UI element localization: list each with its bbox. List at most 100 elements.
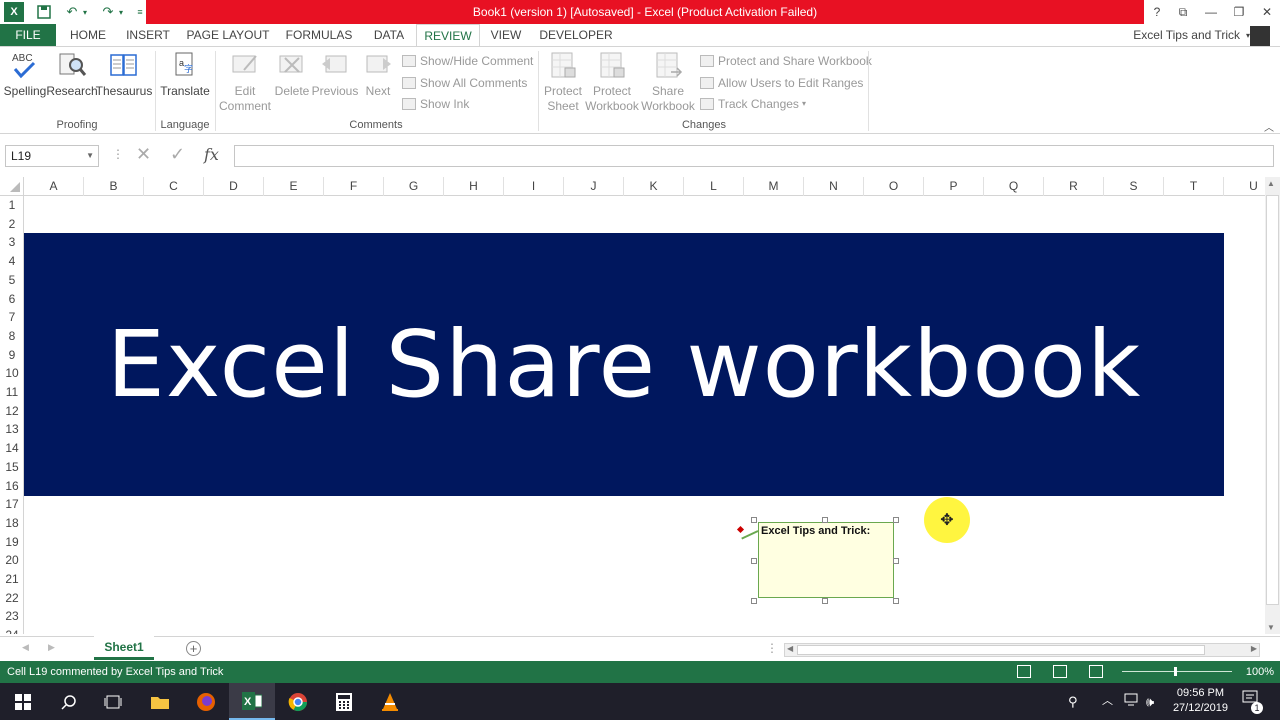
vertical-scroll-thumb[interactable] xyxy=(1266,195,1279,605)
row-header[interactable]: 11 xyxy=(0,383,23,402)
row-header[interactable]: 12 xyxy=(0,402,23,421)
allow-users-edit-ranges-button[interactable]: Allow Users to Edit Ranges xyxy=(700,73,863,93)
column-header[interactable]: T xyxy=(1164,177,1224,196)
resize-handle[interactable] xyxy=(751,517,757,523)
column-header[interactable]: I xyxy=(504,177,564,196)
row-header[interactable]: 24 xyxy=(0,626,23,634)
scroll-right-icon[interactable]: ▶ xyxy=(1251,644,1257,653)
row-header[interactable]: 1 xyxy=(0,196,23,215)
zoom-level[interactable]: 100% xyxy=(1246,661,1274,683)
row-header[interactable]: 20 xyxy=(0,551,23,570)
column-header[interactable]: L xyxy=(684,177,744,196)
row-header[interactable]: 7 xyxy=(0,308,23,327)
people-icon[interactable]: ⚲ xyxy=(1068,683,1078,720)
column-header[interactable]: N xyxy=(804,177,864,196)
column-header[interactable]: F xyxy=(324,177,384,196)
delete-comment-button[interactable]: Delete xyxy=(274,49,310,99)
maximize-button[interactable]: ❐ xyxy=(1226,0,1252,24)
sheet-scroll-right-icon[interactable]: ▶ xyxy=(48,642,55,653)
horizontal-scroll-thumb[interactable] xyxy=(797,645,1205,655)
tab-home[interactable]: HOME xyxy=(62,24,114,47)
row-header[interactable]: 13 xyxy=(0,420,23,439)
track-changes-button[interactable]: Track Changes ▾ xyxy=(700,94,806,114)
cancel-icon[interactable]: ✕ xyxy=(136,144,151,165)
translate-button[interactable]: a字 Translate xyxy=(160,49,210,99)
title-banner-shape[interactable]: Excel Share workbook xyxy=(24,233,1224,496)
protect-sheet-button[interactable]: Protect Sheet xyxy=(542,49,584,114)
row-header[interactable]: 10 xyxy=(0,364,23,383)
formula-input[interactable] xyxy=(234,145,1274,167)
column-header[interactable]: B xyxy=(84,177,144,196)
enter-icon[interactable]: ✓ xyxy=(170,144,185,165)
new-sheet-button[interactable]: + xyxy=(186,641,201,656)
protect-workbook-button[interactable]: Protect Workbook xyxy=(584,49,640,114)
resize-handle[interactable] xyxy=(893,517,899,523)
show-hidden-icons-icon[interactable]: ︿ xyxy=(1102,683,1113,720)
spelling-button[interactable]: ABC Spelling xyxy=(4,49,47,99)
minimize-button[interactable]: — xyxy=(1198,0,1224,24)
edit-comment-button[interactable]: Edit Comment xyxy=(218,49,272,114)
search-icon[interactable] xyxy=(46,683,92,720)
next-comment-button[interactable]: Next xyxy=(360,49,396,99)
scroll-down-icon[interactable]: ▼ xyxy=(1267,623,1275,632)
row-header[interactable]: 22 xyxy=(0,589,23,608)
research-button[interactable]: Research xyxy=(46,49,98,99)
account-name[interactable]: Excel Tips and Trick xyxy=(1133,24,1240,47)
row-header[interactable]: 18 xyxy=(0,514,23,533)
sheet-scroll-left-icon[interactable]: ◀ xyxy=(22,642,29,653)
select-all-button[interactable] xyxy=(0,177,24,196)
calculator-icon[interactable] xyxy=(321,683,367,720)
column-header[interactable]: Q xyxy=(984,177,1044,196)
normal-view-icon[interactable] xyxy=(1017,665,1031,678)
show-ink-button[interactable]: Show Ink xyxy=(402,94,469,114)
tab-file[interactable]: FILE xyxy=(0,24,56,47)
page-layout-view-icon[interactable] xyxy=(1053,665,1067,678)
customize-qat-icon[interactable]: ≡ xyxy=(134,2,146,22)
scroll-left-icon[interactable]: ◀ xyxy=(787,644,793,653)
file-explorer-icon[interactable] xyxy=(137,683,183,720)
row-header[interactable]: 23 xyxy=(0,607,23,626)
column-header[interactable]: S xyxy=(1104,177,1164,196)
row-header[interactable]: 5 xyxy=(0,271,23,290)
row-header[interactable]: 21 xyxy=(0,570,23,589)
undo-icon[interactable]: ↶ xyxy=(62,2,82,22)
comment-box[interactable]: Excel Tips and Trick: xyxy=(758,522,894,598)
windows-start-icon[interactable] xyxy=(0,683,46,720)
vlc-icon[interactable] xyxy=(367,683,413,720)
vertical-scrollbar[interactable]: ▲ ▼ xyxy=(1265,177,1280,634)
column-header[interactable]: A xyxy=(24,177,84,196)
task-view-icon[interactable] xyxy=(90,683,136,720)
row-header[interactable]: 17 xyxy=(0,495,23,514)
tab-split-handle-icon[interactable]: ⋮ xyxy=(766,641,778,655)
firefox-icon[interactable] xyxy=(183,683,229,720)
share-workbook-button[interactable]: Share Workbook xyxy=(640,49,696,114)
close-button[interactable]: ✕ xyxy=(1254,0,1280,24)
chrome-icon[interactable] xyxy=(275,683,321,720)
tab-view[interactable]: VIEW xyxy=(484,24,528,47)
row-header[interactable]: 15 xyxy=(0,458,23,477)
resize-handle[interactable] xyxy=(822,598,828,604)
redo-dropdown-icon[interactable]: ▾ xyxy=(116,2,126,22)
resize-handle[interactable] xyxy=(751,558,757,564)
row-header[interactable]: 19 xyxy=(0,533,23,552)
column-header[interactable]: K xyxy=(624,177,684,196)
sheet-tab-sheet1[interactable]: Sheet1 xyxy=(94,636,154,660)
row-header[interactable]: 16 xyxy=(0,477,23,496)
column-header[interactable]: C xyxy=(144,177,204,196)
name-box-dropdown-icon[interactable]: ▼ xyxy=(86,146,94,166)
resize-handle[interactable] xyxy=(893,598,899,604)
name-box[interactable]: L19 ▼ xyxy=(5,145,99,167)
insert-function-icon[interactable]: fx xyxy=(204,145,219,164)
network-icon[interactable] xyxy=(1124,683,1140,720)
ribbon-display-options-button[interactable]: ⧉ xyxy=(1170,0,1196,24)
zoom-slider-thumb[interactable] xyxy=(1174,667,1177,676)
resize-handle[interactable] xyxy=(893,558,899,564)
row-header[interactable]: 6 xyxy=(0,290,23,309)
row-header[interactable]: 4 xyxy=(0,252,23,271)
resize-handle[interactable] xyxy=(751,598,757,604)
tab-page-layout[interactable]: PAGE LAYOUT xyxy=(184,24,272,47)
row-header[interactable]: 9 xyxy=(0,346,23,365)
column-header[interactable]: G xyxy=(384,177,444,196)
collapse-ribbon-icon[interactable]: ︿ xyxy=(1264,119,1274,134)
row-header[interactable]: 8 xyxy=(0,327,23,346)
